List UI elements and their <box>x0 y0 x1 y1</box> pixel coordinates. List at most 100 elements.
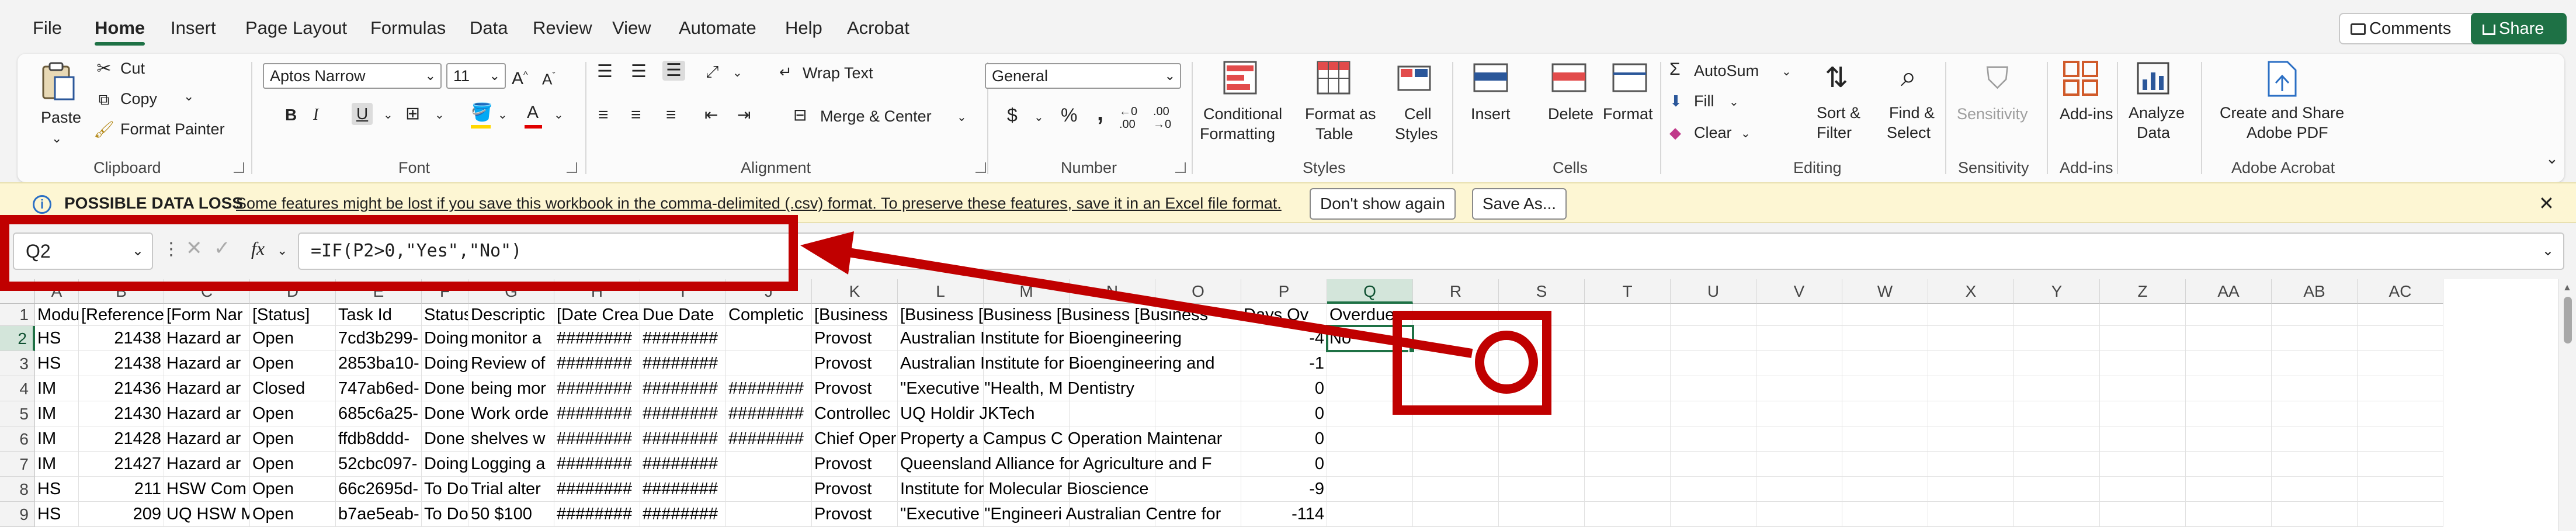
cell-a9[interactable]: HS <box>35 502 79 527</box>
cell-i2[interactable]: ######## <box>640 326 726 351</box>
cell-r3[interactable] <box>1413 351 1499 376</box>
align-left-icon[interactable]: ≡ <box>598 105 609 125</box>
align-center-icon[interactable]: ≡ <box>631 105 641 125</box>
cell-f5[interactable]: Done <box>422 401 468 426</box>
column-header-n[interactable]: N <box>1070 279 1155 304</box>
cell-w2[interactable] <box>1842 326 1928 351</box>
column-header-j[interactable]: J <box>726 279 812 304</box>
cell-j4[interactable]: ######## <box>726 376 812 401</box>
cell-j6[interactable]: ######## <box>726 426 812 452</box>
cell-v8[interactable] <box>1756 477 1842 502</box>
row-header-4[interactable]: 4 <box>0 376 35 401</box>
cell-t3[interactable] <box>1585 351 1671 376</box>
cell-q5[interactable] <box>1327 401 1413 426</box>
copy-dropdown-chevron-icon[interactable]: ⌄ <box>183 86 194 106</box>
create-share-pdf-button[interactable]: Create and Share <box>2220 103 2344 123</box>
column-header-b[interactable]: B <box>79 279 164 304</box>
analyze-data-button[interactable]: Analyze <box>2129 103 2185 123</box>
cell-c3[interactable]: Hazard ar <box>164 351 250 376</box>
cell-u3[interactable] <box>1671 351 1756 376</box>
align-right-icon[interactable]: ≡ <box>666 105 676 125</box>
scrollbar-thumb[interactable] <box>2564 297 2572 343</box>
bold-icon[interactable]: B <box>285 105 297 125</box>
cell-ab7[interactable] <box>2272 452 2358 477</box>
orientation-icon[interactable]: ⤢ <box>706 62 718 82</box>
cell-i7[interactable]: ######## <box>640 452 726 477</box>
column-header-w[interactable]: W <box>1842 279 1928 304</box>
clear-dropdown-chevron-icon[interactable]: ⌄ <box>1741 124 1751 144</box>
tab-automate[interactable]: Automate <box>679 14 756 42</box>
cell-x4[interactable] <box>1928 376 2014 401</box>
cell-e3[interactable]: 2853ba10- <box>336 351 422 376</box>
cell-z8[interactable] <box>2100 477 2186 502</box>
cell-j5[interactable]: ######## <box>726 401 812 426</box>
align-bottom-icon[interactable]: ☰ <box>662 61 685 81</box>
header-cell[interactable]: Task Id <box>336 304 422 326</box>
number-launcher-icon[interactable] <box>1175 162 1186 173</box>
row-header-8[interactable]: 8 <box>0 477 35 502</box>
cell-d8[interactable]: Open <box>250 477 336 502</box>
column-header-f[interactable]: F <box>422 279 468 304</box>
cell-q9[interactable] <box>1327 502 1413 527</box>
cell-h7[interactable]: ######## <box>554 452 640 477</box>
cell-r7[interactable] <box>1413 452 1499 477</box>
cell-u2[interactable] <box>1671 326 1756 351</box>
cell-n5[interactable] <box>1070 401 1155 426</box>
cell-b9[interactable]: 209 <box>79 502 164 527</box>
header-cell[interactable] <box>1413 304 1499 326</box>
cell-k4[interactable]: Provost <box>812 376 898 401</box>
cell-d5[interactable]: Open <box>250 401 336 426</box>
cell-ac6[interactable] <box>2358 426 2443 452</box>
cell-p2[interactable]: -4 <box>1241 326 1327 351</box>
cell-f8[interactable]: To Do <box>422 477 468 502</box>
row-header-2[interactable]: 2 <box>0 326 35 351</box>
cell-d4[interactable]: Closed <box>250 376 336 401</box>
cell-c9[interactable]: UQ HSW M <box>164 502 250 527</box>
cell-ab2[interactable] <box>2272 326 2358 351</box>
cell-o5[interactable] <box>1155 401 1241 426</box>
tab-help[interactable]: Help <box>785 14 822 42</box>
italic-icon[interactable]: I <box>313 105 318 125</box>
cell-k5[interactable]: Controllec <box>812 401 898 426</box>
cell-b8[interactable]: 211 <box>79 477 164 502</box>
cell-z2[interactable] <box>2100 326 2186 351</box>
borders-dropdown-chevron-icon[interactable]: ⌄ <box>435 105 445 125</box>
cell-f7[interactable]: Doing <box>422 452 468 477</box>
cell-d3[interactable]: Open <box>250 351 336 376</box>
cell-z3[interactable] <box>2100 351 2186 376</box>
decrease-indent-icon[interactable]: ⇤ <box>704 105 718 125</box>
cell-ab8[interactable] <box>2272 477 2358 502</box>
cell-u8[interactable] <box>1671 477 1756 502</box>
cell-s5[interactable] <box>1499 401 1585 426</box>
sensitivity-button[interactable]: Sensitivity <box>1957 104 2028 124</box>
row-header-6[interactable]: 6 <box>0 426 35 452</box>
font-size-combo[interactable]: 11 ⌄ <box>446 63 506 89</box>
cell-aa9[interactable] <box>2186 502 2272 527</box>
header-cell[interactable]: [Reference <box>79 304 164 326</box>
tab-acrobat[interactable]: Acrobat <box>847 14 909 42</box>
alignment-launcher-icon[interactable] <box>975 162 986 173</box>
cell-a7[interactable]: IM <box>35 452 79 477</box>
percent-icon[interactable]: % <box>1061 105 1077 125</box>
column-header-aa[interactable]: AA <box>2186 279 2272 304</box>
cell-ac7[interactable] <box>2358 452 2443 477</box>
cell-styles-button[interactable]: Cell <box>1404 104 1432 124</box>
column-header-x[interactable]: X <box>1928 279 2014 304</box>
cell-j7[interactable] <box>726 452 812 477</box>
cell-ab6[interactable] <box>2272 426 2358 452</box>
format-painter-button[interactable]: Format Painter <box>120 119 225 139</box>
cell-q6[interactable] <box>1327 426 1413 452</box>
cell-d7[interactable]: Open <box>250 452 336 477</box>
column-header-r[interactable]: R <box>1413 279 1499 304</box>
cell-ac4[interactable] <box>2358 376 2443 401</box>
cell-a8[interactable]: HS <box>35 477 79 502</box>
cell-u9[interactable] <box>1671 502 1756 527</box>
cell-u5[interactable] <box>1671 401 1756 426</box>
cell-v5[interactable] <box>1756 401 1842 426</box>
cell-ac8[interactable] <box>2358 477 2443 502</box>
cell-c7[interactable]: Hazard ar <box>164 452 250 477</box>
cell-w7[interactable] <box>1842 452 1928 477</box>
header-cell[interactable] <box>2186 304 2272 326</box>
dont-show-again-button[interactable]: Don't show again <box>1310 188 1456 220</box>
cell-e9[interactable]: b7ae5eab- <box>336 502 422 527</box>
